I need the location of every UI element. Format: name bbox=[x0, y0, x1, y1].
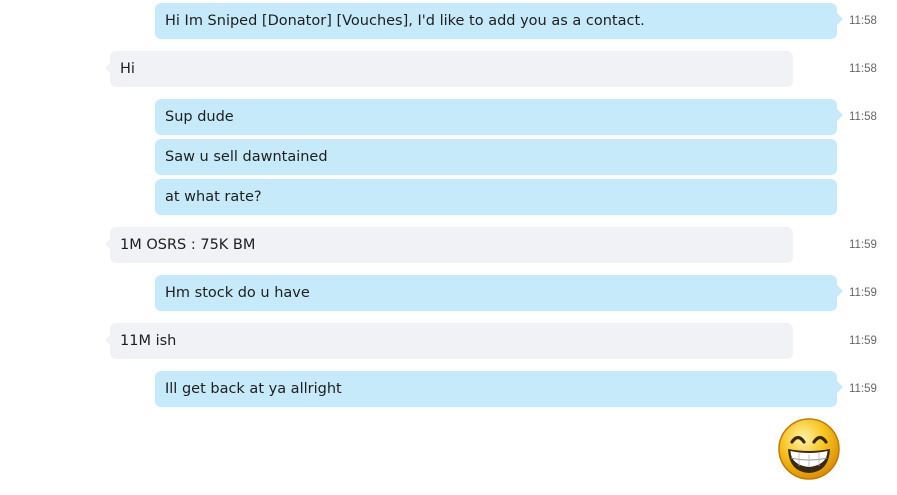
outgoing-message-bubble[interactable]: Hi Im Sniped [Donator] [Vouches], I'd li… bbox=[155, 3, 837, 39]
outgoing-message-bubble[interactable]: Ill get back at ya allright bbox=[155, 371, 837, 407]
outgoing-message-bubble[interactable]: Saw u sell dawntained bbox=[155, 139, 837, 175]
bubble-tail bbox=[837, 13, 843, 25]
grinning-face-emoji-icon[interactable] bbox=[777, 417, 841, 481]
message-timestamp: 11:59 bbox=[849, 383, 877, 395]
message-timestamp: 11:59 bbox=[849, 287, 877, 299]
outgoing-message-bubble[interactable]: Sup dude bbox=[155, 99, 837, 135]
bubble-tail bbox=[837, 285, 843, 297]
incoming-message-bubble[interactable]: 11M ish bbox=[110, 323, 793, 359]
message-timestamp: 11:58 bbox=[849, 111, 877, 123]
incoming-message-bubble[interactable]: Hi bbox=[110, 51, 793, 87]
bubble-tail bbox=[837, 109, 843, 121]
message-timestamp: 11:58 bbox=[849, 15, 877, 27]
outgoing-message-bubble[interactable]: at what rate? bbox=[155, 179, 837, 215]
outgoing-message-bubble[interactable]: Hm stock do u have bbox=[155, 275, 837, 311]
message-timestamp: 11:59 bbox=[849, 335, 877, 347]
message-timestamp: 11:58 bbox=[849, 63, 877, 75]
message-timestamp: 11:59 bbox=[849, 239, 877, 251]
incoming-message-bubble[interactable]: 1M OSRS : 75K BM bbox=[110, 227, 793, 263]
bubble-tail bbox=[837, 381, 843, 393]
